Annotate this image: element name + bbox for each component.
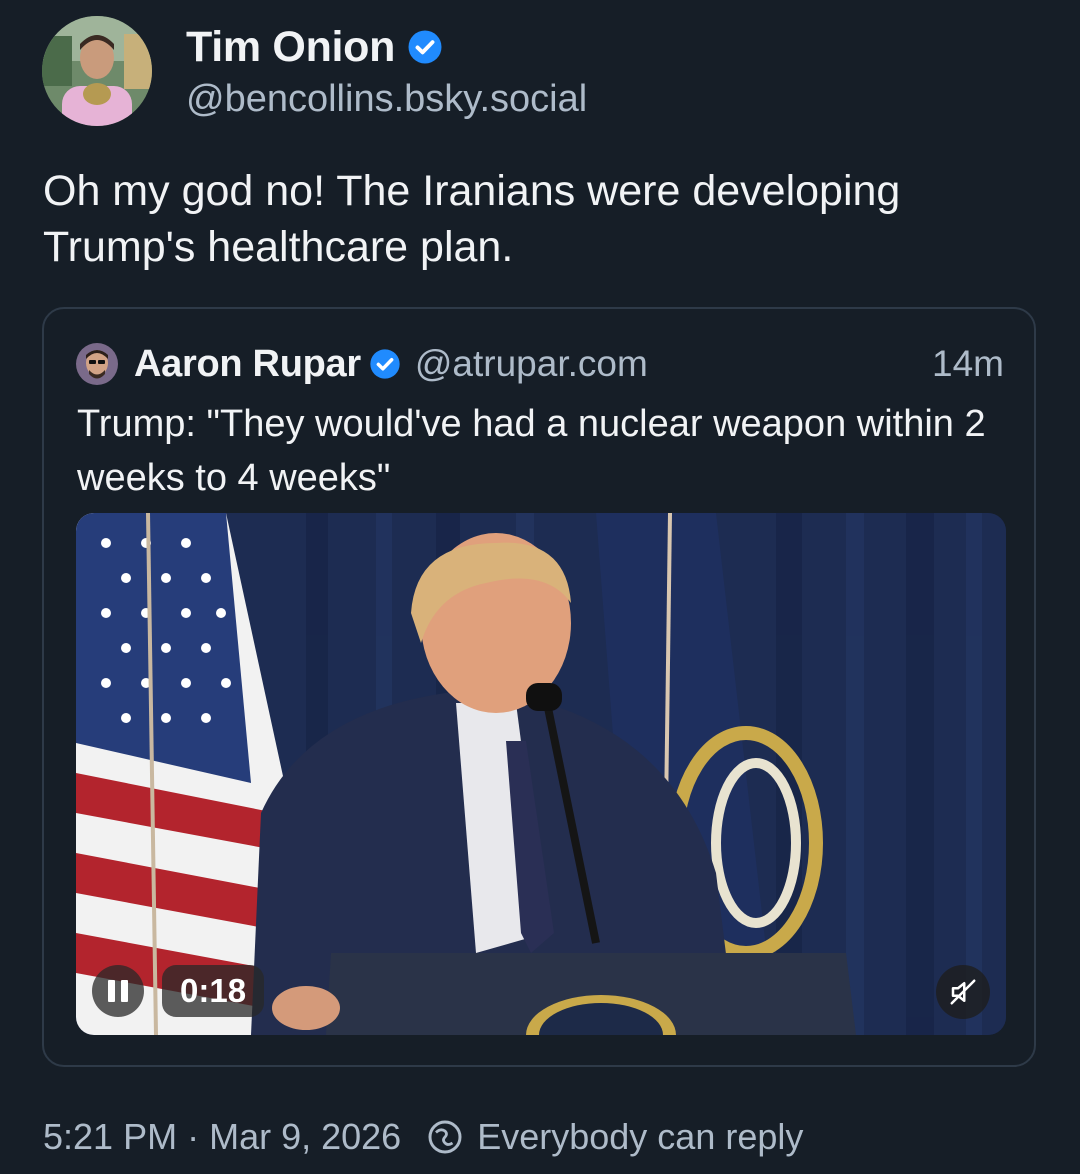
author-handle[interactable]: @bencollins.bsky.social (186, 78, 587, 121)
verified-check-icon (408, 30, 442, 64)
video-player[interactable]: 0:18 (76, 513, 1006, 1035)
quote-author-avatar[interactable] (76, 343, 118, 385)
quote-timestamp: 14m (932, 343, 1004, 384)
globe-reply-icon (428, 1120, 462, 1154)
pause-icon-bar (108, 980, 115, 1002)
pause-button[interactable] (92, 965, 144, 1017)
pause-icon-bar (121, 980, 128, 1002)
quote-text: Trump: "They would've had a nuclear weap… (77, 403, 986, 499)
quote-header: Aaron Rupar @atrupar.com 14m (134, 339, 1004, 389)
author-name-row: Tim Onion (186, 20, 443, 74)
author-name[interactable]: Tim Onion (186, 23, 395, 72)
post-detail-view: Tim Onion @bencollins.bsky.social Oh my … (0, 0, 1080, 1174)
post-time: 5:21 PM (43, 1116, 178, 1157)
post-meta-footer: 5:21 PM · Mar 9, 2026 Everybody can repl… (43, 1112, 803, 1162)
post-date: Mar 9, 2026 (209, 1116, 402, 1157)
muted-speaker-icon (950, 979, 976, 1005)
video-duration: 0:18 (162, 965, 265, 1017)
mute-button[interactable] (936, 965, 990, 1019)
post-text: Oh my god no! The Iranians were developi… (43, 167, 901, 271)
quoted-post-card[interactable]: Aaron Rupar @atrupar.com 14m Trump: "The… (42, 307, 1036, 1067)
verified-check-icon (370, 349, 400, 379)
meta-separator: · (187, 1116, 200, 1157)
quote-author-name[interactable]: Aaron Rupar (134, 343, 361, 386)
video-frame (76, 513, 1006, 1035)
reply-setting[interactable]: Everybody can reply (477, 1116, 803, 1158)
quote-author-handle[interactable]: @atrupar.com (415, 343, 648, 385)
author-avatar[interactable] (42, 16, 152, 126)
